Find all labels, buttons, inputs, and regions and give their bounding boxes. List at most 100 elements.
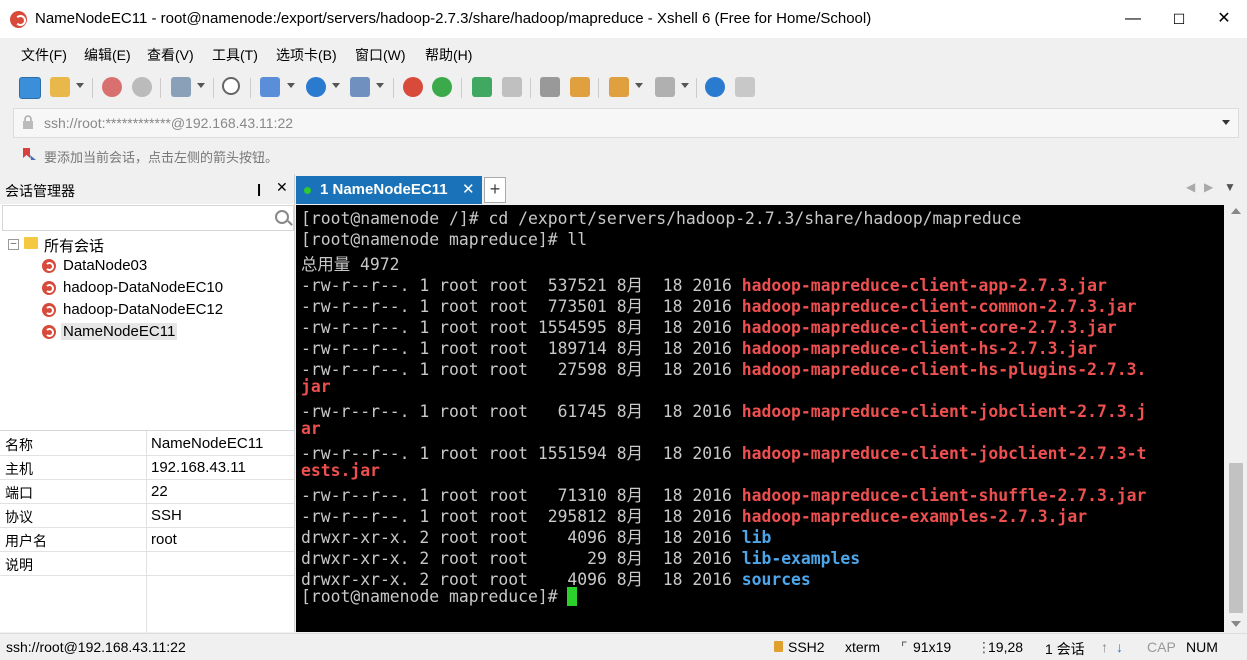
toolbar-separator — [696, 78, 697, 98]
disconnect-icon[interactable] — [132, 77, 152, 97]
terminal-scrollbar[interactable] — [1225, 205, 1247, 632]
minimize-button[interactable]: — — [1110, 0, 1156, 38]
xshell-app-icon[interactable] — [10, 11, 27, 28]
terminal-line: -rw-r--r--. 1 root root 71310 8月 18 2016… — [301, 482, 1146, 505]
terminal-line: jar — [301, 377, 331, 398]
menu-help[interactable]: 帮助(H) — [425, 45, 472, 65]
tree-session-datanodeec12[interactable]: hadoop-DataNodeEC12 — [0, 300, 294, 322]
prop-key: 说明 — [5, 557, 33, 573]
jar-file-name: hadoop-mapreduce-client-jobclient-2.7.3.… — [741, 402, 1147, 421]
reconnect-icon[interactable] — [102, 77, 122, 97]
tree-session-datanode03[interactable]: DataNode03 — [0, 256, 294, 278]
transfer-dropdown-icon[interactable] — [287, 83, 295, 88]
address-bar[interactable]: ssh://root:************@192.168.43.11:22 — [13, 108, 1239, 138]
prop-value: 192.168.43.11 — [151, 459, 246, 476]
session-icon — [42, 325, 56, 339]
folder-icon — [24, 237, 38, 249]
bookmark-arrow-icon[interactable] — [21, 147, 37, 163]
close-panel-icon[interactable]: ✕ — [276, 179, 288, 196]
hint-text: 要添加当前会话，点击左侧的箭头按钮。 — [44, 150, 279, 165]
menu-view[interactable]: 查看(V) — [147, 45, 194, 65]
tab-scroll-left-icon[interactable]: ◀ — [1186, 180, 1195, 194]
globe-dropdown-icon[interactable] — [332, 83, 340, 88]
terminal-line: drwxr-xr-x. 2 root root 29 8月 18 2016 li… — [301, 545, 860, 568]
add-tab-button[interactable]: + — [484, 177, 506, 203]
menu-file[interactable]: 文件(F) — [21, 45, 67, 65]
terminal-output[interactable]: [root@namenode /]# cd /export/servers/ha… — [296, 205, 1224, 632]
fullscreen-icon[interactable] — [472, 77, 492, 97]
find-icon[interactable] — [222, 77, 240, 95]
font-dropdown-icon[interactable] — [376, 83, 384, 88]
terminal-line: [root@namenode mapreduce]# — [301, 587, 578, 608]
keyboard-icon[interactable] — [540, 77, 560, 97]
maximize-button[interactable]: ☐ — [1156, 0, 1202, 38]
properties-dropdown-icon[interactable] — [197, 83, 205, 88]
scroll-down-icon[interactable] — [1231, 621, 1241, 627]
menu-window[interactable]: 窗口(W) — [355, 45, 406, 65]
lock-icon — [23, 115, 33, 129]
menu-tools[interactable]: 工具(T) — [212, 45, 258, 65]
tab-close-icon[interactable]: ✕ — [462, 180, 475, 198]
terminal-text: [root@namenode mapreduce]# — [301, 587, 568, 606]
pin-icon[interactable]: ❙ — [254, 182, 264, 196]
terminal-line: ests.jar — [301, 461, 380, 482]
open-dropdown-icon[interactable] — [76, 83, 84, 88]
toolbar-separator — [92, 78, 93, 98]
window-title: NameNodeEC11 - root@namenode:/export/ser… — [35, 10, 872, 27]
open-folder-icon[interactable] — [50, 77, 70, 97]
xshell-icon[interactable] — [403, 77, 423, 97]
address-dropdown-icon[interactable] — [1222, 120, 1230, 125]
terminal-line: -rw-r--r--. 1 root root 1554595 8月 18 20… — [301, 314, 1117, 337]
properties-icon[interactable] — [171, 77, 191, 97]
help-icon[interactable] — [705, 77, 725, 97]
search-icon[interactable] — [275, 210, 289, 224]
tab-bar: 1 NameNodeEC11 ✕ + ◀ ▶ ▼ — [296, 174, 1247, 204]
add-folder-dropdown-icon[interactable] — [635, 83, 643, 88]
compose-icon[interactable] — [570, 77, 590, 97]
prop-value: SSH — [151, 507, 182, 524]
tab-scroll-right-icon[interactable]: ▶ — [1204, 180, 1213, 194]
tree-folder-all-sessions[interactable]: – 所有会话 — [0, 234, 294, 256]
add-folder-icon[interactable] — [609, 77, 629, 97]
terminal-line: drwxr-xr-x. 2 root root 4096 8月 18 2016 … — [301, 566, 811, 589]
terminal-line: -rw-r--r--. 1 root root 27598 8月 18 2016… — [301, 356, 1146, 379]
menu-bar: 文件(F) 编辑(E) 查看(V) 工具(T) 选项卡(B) 窗口(W) 帮助(… — [0, 38, 1247, 68]
new-session-icon[interactable] — [19, 77, 41, 99]
globe-icon[interactable] — [306, 77, 326, 97]
scrollbar-thumb[interactable] — [1229, 463, 1243, 613]
xftp-icon[interactable] — [432, 77, 452, 97]
menu-edit[interactable]: 编辑(E) — [84, 45, 131, 65]
resize-icon: ⌜ — [901, 639, 908, 655]
tab-namenodeec11[interactable]: 1 NameNodeEC11 ✕ — [296, 176, 482, 204]
terminal-line: -rw-r--r--. 1 root root 773501 8月 18 201… — [301, 293, 1136, 316]
layout-dropdown-icon[interactable] — [681, 83, 689, 88]
collapse-icon[interactable]: – — [8, 239, 19, 250]
font-icon[interactable] — [350, 77, 370, 97]
close-button[interactable]: ✕ — [1201, 0, 1247, 38]
prop-row-username: 用户名 root — [0, 527, 294, 552]
prop-value: 22 — [151, 483, 168, 500]
toolbar-separator — [250, 78, 251, 98]
prop-key: 端口 — [5, 485, 33, 501]
layout-icon[interactable] — [655, 77, 675, 97]
terminal-line: -rw-r--r--. 1 root root 537521 8月 18 201… — [301, 272, 1107, 295]
session-search-input[interactable] — [2, 205, 294, 231]
lock-icon[interactable] — [502, 77, 522, 97]
menu-tab[interactable]: 选项卡(B) — [276, 45, 337, 65]
secure-lock-icon — [774, 641, 783, 652]
tab-label: 1 NameNodeEC11 — [320, 181, 448, 198]
tab-list-icon[interactable]: ▼ — [1224, 180, 1236, 194]
transfer-icon[interactable] — [260, 77, 280, 97]
address-input[interactable]: ssh://root:************@192.168.43.11:22 — [44, 115, 293, 131]
upload-arrow-icon: ↑ — [1101, 639, 1108, 655]
connected-status-icon — [304, 187, 311, 194]
title-bar: NameNodeEC11 - root@namenode:/export/ser… — [0, 0, 1247, 38]
prop-key: 协议 — [5, 509, 33, 525]
tree-session-namenodeec11[interactable]: NameNodeEC11 — [0, 322, 294, 344]
session-manager: 会话管理器 ❙ ✕ – 所有会话 DataNode03 hadoop-DataN… — [0, 174, 295, 633]
terminal-line: 总用量 4972 — [301, 251, 400, 274]
tree-session-datanodeec10[interactable]: hadoop-DataNodeEC10 — [0, 278, 294, 300]
scroll-up-icon[interactable] — [1231, 208, 1241, 214]
chat-icon[interactable] — [735, 77, 755, 97]
toolbar — [0, 70, 1247, 106]
